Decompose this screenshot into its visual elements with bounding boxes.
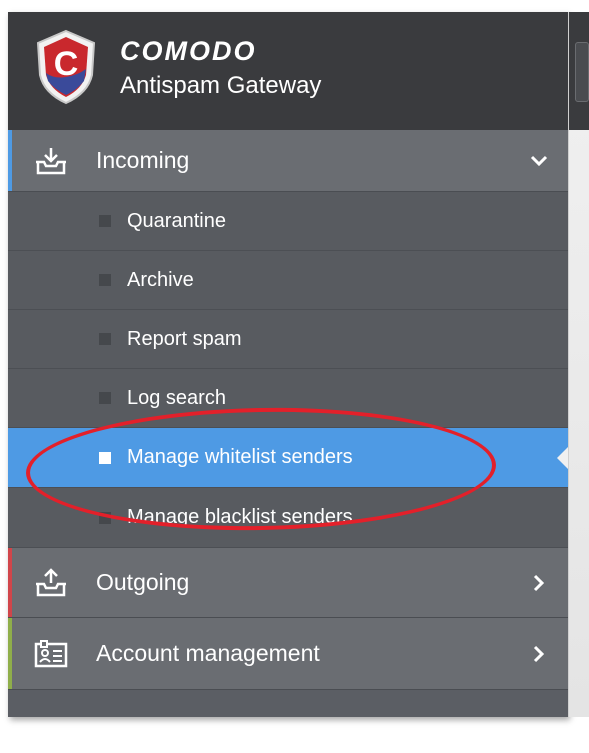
section-accent: [8, 618, 12, 689]
nav-section-label: Account management: [96, 640, 320, 666]
nav-item-label: Report spam: [127, 327, 242, 350]
sidebar-panel: C COMODO Antispam Gateway Incoming Quara…: [8, 12, 569, 717]
nav-section-account-management[interactable]: Account management: [8, 618, 568, 690]
nav-item-label: Manage whitelist senders: [127, 446, 353, 468]
nav-item-quarantine[interactable]: Quarantine: [8, 192, 568, 251]
nav-section-label: Incoming: [96, 147, 190, 173]
bullet-icon: [99, 511, 111, 524]
nav-item-log-search[interactable]: Log search: [8, 369, 568, 428]
id-card-icon: [34, 639, 68, 667]
nav-section-label: Outgoing: [96, 569, 190, 595]
top-bar-edge: [569, 12, 589, 130]
chevron-down-icon: [530, 155, 548, 166]
bullet-icon: [99, 333, 111, 345]
nav-item-manage-whitelist-senders[interactable]: Manage whitelist senders: [8, 428, 569, 488]
svg-text:C: C: [54, 45, 79, 83]
nav-section-incoming[interactable]: Incoming: [8, 130, 568, 192]
product-name: Antispam Gateway: [120, 72, 322, 99]
sidebar-header: C COMODO Antispam Gateway: [8, 12, 568, 130]
toolbar-button-edge[interactable]: [575, 42, 589, 102]
content-area-edge: [568, 12, 589, 717]
bullet-icon: [99, 451, 111, 464]
nav-item-label: Archive: [127, 268, 194, 291]
section-accent: [8, 548, 12, 617]
nav-section-outgoing[interactable]: Outgoing: [8, 548, 568, 618]
comodo-logo-icon: C: [36, 29, 96, 105]
inbox-icon: [36, 147, 66, 174]
nav-item-label: Log search: [127, 386, 226, 409]
bullet-icon: [99, 215, 111, 227]
section-accent: [8, 130, 12, 191]
nav-item-label: Quarantine: [127, 209, 226, 232]
nav-item-label: Manage blacklist senders: [127, 506, 353, 528]
nav-item-report-spam[interactable]: Report spam: [8, 310, 568, 369]
nav-item-manage-blacklist-senders[interactable]: Manage blacklist senders: [8, 488, 568, 548]
chevron-right-icon: [533, 574, 545, 591]
chevron-right-icon: [533, 645, 545, 662]
bullet-icon: [99, 392, 111, 404]
bullet-icon: [99, 274, 111, 286]
outbox-icon: [36, 567, 66, 596]
brand-name: COMODO: [120, 36, 257, 66]
nav-item-archive[interactable]: Archive: [8, 251, 568, 310]
